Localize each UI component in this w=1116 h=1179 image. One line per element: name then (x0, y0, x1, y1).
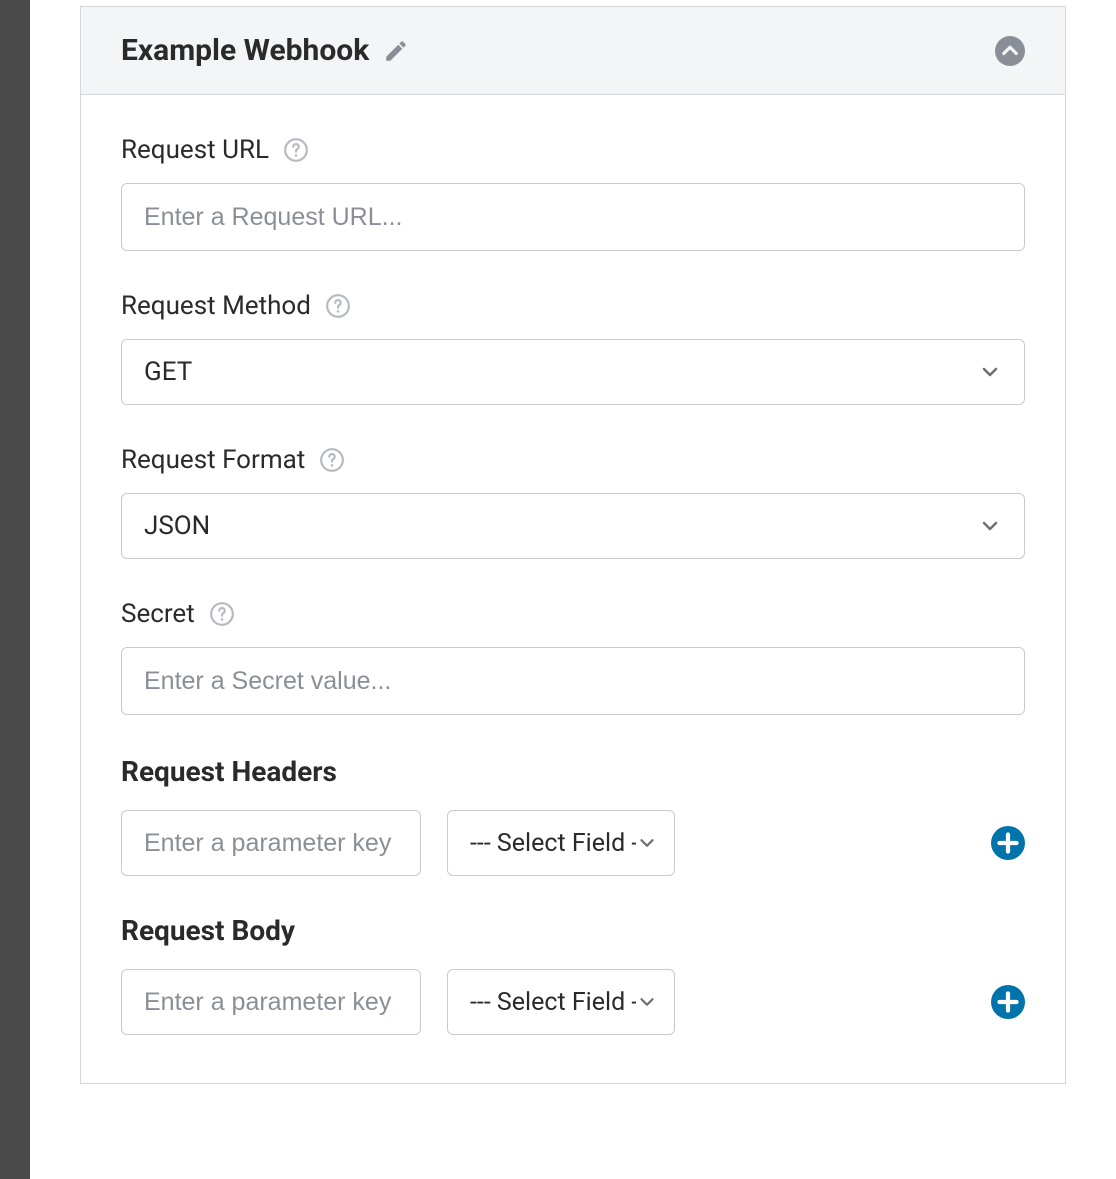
header-param-value-select[interactable]: --- Select Field --- (447, 810, 675, 876)
header-param-select-value: --- Select Field --- (470, 829, 636, 858)
secret-label: Secret (121, 599, 195, 629)
chevron-down-icon (978, 514, 1002, 538)
question-icon[interactable] (325, 293, 351, 319)
request-format-value: JSON (144, 511, 210, 541)
request-method-select[interactable]: GET (121, 339, 1025, 405)
request-headers-section: Request Headers --- Select Field --- (121, 755, 1025, 876)
request-format-label: Request Format (121, 445, 305, 475)
webhook-title: Example Webhook (121, 33, 369, 68)
request-format-field: Request Format JSON (121, 445, 1025, 559)
request-method-label: Request Method (121, 291, 311, 321)
request-url-field: Request URL (121, 135, 1025, 251)
webhook-settings-panel: Example Webhook Request URL (30, 0, 1116, 1179)
pencil-icon[interactable] (383, 38, 409, 64)
header-param-key-input[interactable] (121, 810, 421, 876)
request-format-select[interactable]: JSON (121, 493, 1025, 559)
chevron-down-icon (978, 360, 1002, 384)
request-body-heading: Request Body (121, 914, 1025, 947)
card-body: Request URL Request Method (81, 95, 1065, 1083)
request-url-label: Request URL (121, 135, 269, 165)
request-method-field: Request Method GET (121, 291, 1025, 405)
chevron-down-icon (636, 991, 658, 1013)
webhook-card: Example Webhook Request URL (80, 6, 1066, 1084)
plus-circle-icon[interactable] (991, 826, 1025, 860)
body-param-key-input[interactable] (121, 969, 421, 1035)
body-param-row: --- Select Field --- (121, 969, 1025, 1035)
request-body-section: Request Body --- Select Field --- (121, 914, 1025, 1035)
body-param-value-select[interactable]: --- Select Field --- (447, 969, 675, 1035)
request-url-input[interactable] (121, 183, 1025, 251)
request-method-value: GET (144, 357, 192, 387)
card-header: Example Webhook (81, 7, 1065, 95)
secret-field: Secret (121, 599, 1025, 715)
question-icon[interactable] (209, 601, 235, 627)
header-param-row: --- Select Field --- (121, 810, 1025, 876)
card-header-left: Example Webhook (121, 33, 409, 68)
body-param-select-value: --- Select Field --- (470, 988, 636, 1017)
question-icon[interactable] (319, 447, 345, 473)
chevron-down-icon (636, 832, 658, 854)
chevron-up-icon[interactable] (995, 36, 1025, 66)
secret-input[interactable] (121, 647, 1025, 715)
request-headers-heading: Request Headers (121, 755, 1025, 788)
plus-circle-icon[interactable] (991, 985, 1025, 1019)
question-icon[interactable] (283, 137, 309, 163)
